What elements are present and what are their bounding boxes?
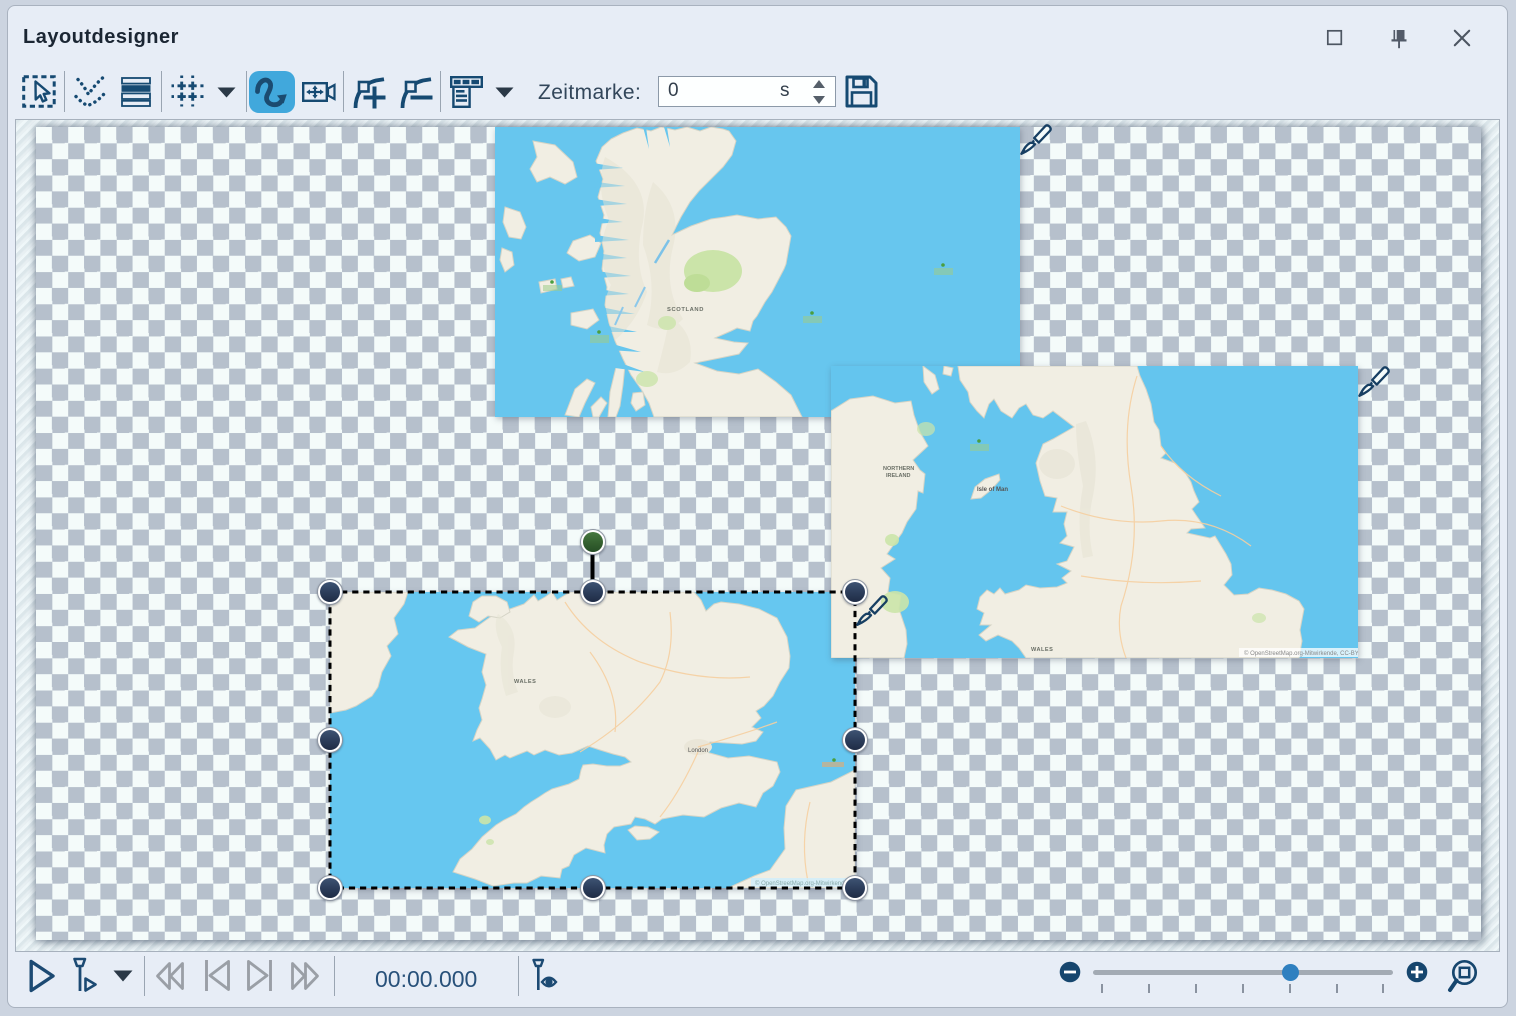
svg-text:IRELAND: IRELAND (886, 473, 910, 479)
svg-text:NORTHERN: NORTHERN (883, 466, 914, 472)
svg-text:SCOTLAND: SCOTLAND (667, 307, 704, 313)
svg-text:© OpenStreetMap.org-Mitwirkend: © OpenStreetMap.org-Mitwirkende, CC-BY-S… (1244, 650, 1358, 657)
svg-text:WALES: WALES (1031, 647, 1053, 653)
svg-text:Isle of Man: Isle of Man (977, 487, 1008, 493)
